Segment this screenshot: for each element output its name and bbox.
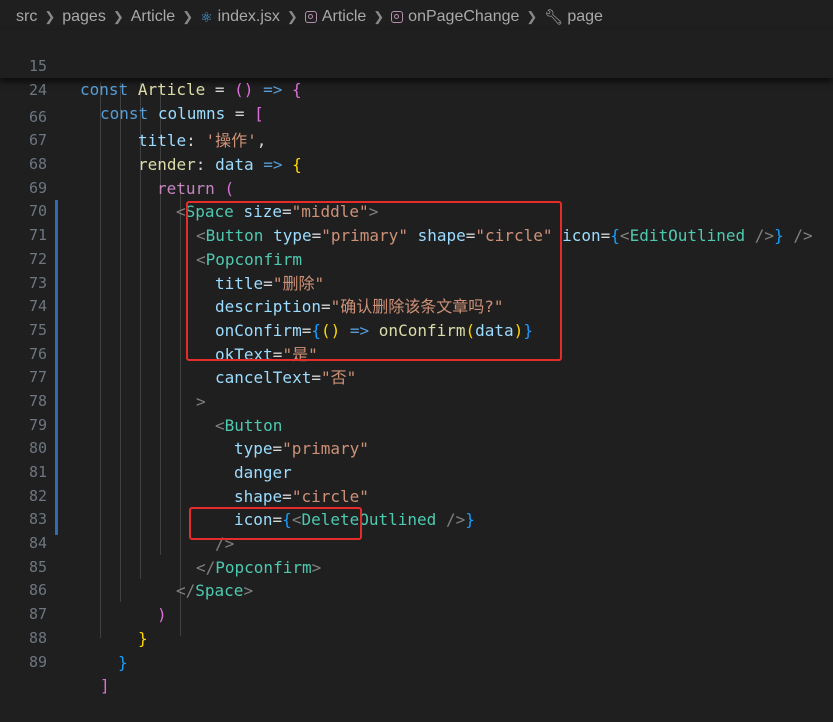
react-file-icon: ⚛ bbox=[200, 8, 213, 25]
code-line[interactable]: 76 cancelText="否" bbox=[0, 319, 833, 388]
code-line[interactable]: 83 /> bbox=[0, 485, 833, 553]
wrench-icon: 🔧︎ bbox=[544, 9, 564, 26]
code-line[interactable]: 15 const Article = () => { bbox=[0, 30, 833, 99]
code-content: ] bbox=[100, 676, 110, 696]
chevron-right-icon: ❯ bbox=[112, 9, 124, 24]
code-content: const columns = [ bbox=[100, 104, 264, 123]
line-number: 24 bbox=[28, 81, 47, 99]
breadcrumb-item-page[interactable]: 🔧︎ page bbox=[544, 8, 603, 26]
breadcrumb-label: Article bbox=[130, 8, 176, 25]
code-line[interactable]: 24 const columns = [ bbox=[0, 54, 833, 123]
breadcrumb-item-article-folder[interactable]: Article bbox=[131, 8, 175, 26]
code-line[interactable]: 82 icon={<DeleteOutlined />} bbox=[0, 461, 833, 530]
code-content: } bbox=[118, 652, 128, 672]
breadcrumb-label: page bbox=[567, 8, 603, 25]
chevron-right-icon: ❯ bbox=[182, 9, 194, 24]
code-line[interactable]: 84 </Popconfirm> bbox=[0, 508, 833, 577]
chevron-right-icon: ❯ bbox=[286, 9, 298, 24]
code-line[interactable]: 77 > bbox=[0, 343, 833, 411]
code-line[interactable]: 74 onConfirm={() => onConfirm(data)} bbox=[0, 272, 833, 340]
breadcrumb: src ❯ pages ❯ Article ❯ ⚛ index.jsx ❯ Art… bbox=[0, 0, 833, 34]
breadcrumb-label: onPageChange bbox=[408, 8, 520, 25]
code-line[interactable]: 75 okText="是" bbox=[0, 295, 833, 364]
code-line[interactable]: 79 type="primary" bbox=[0, 390, 833, 459]
breadcrumb-label: src bbox=[16, 8, 38, 25]
code-line[interactable]: 80 danger bbox=[0, 414, 833, 482]
breadcrumb-item-src[interactable]: src bbox=[16, 8, 37, 26]
line-number: 89 bbox=[28, 652, 47, 671]
code-line[interactable]: 72 title="删除" bbox=[0, 224, 833, 293]
symbol-method-icon bbox=[391, 11, 404, 23]
breadcrumb-label: pages bbox=[62, 8, 106, 25]
code-line[interactable]: 69 <Space size="middle"> bbox=[0, 153, 833, 222]
breadcrumb-label: Article bbox=[321, 8, 367, 25]
code-line[interactable]: 86 ) bbox=[0, 556, 833, 624]
code-line[interactable]: 71 <Popconfirm bbox=[0, 200, 833, 269]
chevron-right-icon: ❯ bbox=[373, 9, 385, 24]
code-line[interactable]: 68 return ( bbox=[0, 129, 833, 198]
code-content: const Article = () => { bbox=[80, 80, 302, 99]
code-line[interactable]: 85 </Space> bbox=[0, 532, 833, 601]
breadcrumb-item-pages[interactable]: pages bbox=[62, 8, 106, 26]
breadcrumb-label: index.jsx bbox=[217, 8, 280, 25]
code-line[interactable]: 78 <Button bbox=[0, 366, 833, 435]
code-line[interactable]: 87 } bbox=[0, 579, 833, 648]
chevron-right-icon: ❯ bbox=[44, 9, 56, 24]
code-line[interactable]: 89 ] bbox=[0, 627, 833, 696]
breadcrumb-item-onpagechange[interactable]: onPageChange bbox=[391, 8, 519, 26]
breadcrumb-item-article-symbol[interactable]: Article bbox=[304, 8, 367, 26]
chevron-right-icon: ❯ bbox=[526, 9, 538, 24]
code-editor[interactable]: 66 title: '操作', 67 render: data => { 68 … bbox=[0, 82, 833, 696]
code-line[interactable]: 73 description="确认删除该条文章吗?" bbox=[0, 248, 833, 317]
symbol-method-icon bbox=[304, 11, 317, 23]
sticky-scroll-header[interactable]: 15 const Article = () => { 24 const colu… bbox=[0, 30, 833, 123]
breadcrumb-item-file[interactable]: ⚛ index.jsx bbox=[200, 8, 280, 26]
code-line[interactable]: 81 shape="circle" bbox=[0, 437, 833, 506]
code-line[interactable]: 88 } bbox=[0, 603, 833, 672]
code-line[interactable]: 70 <Button type="primary" shape="circle"… bbox=[0, 177, 833, 245]
